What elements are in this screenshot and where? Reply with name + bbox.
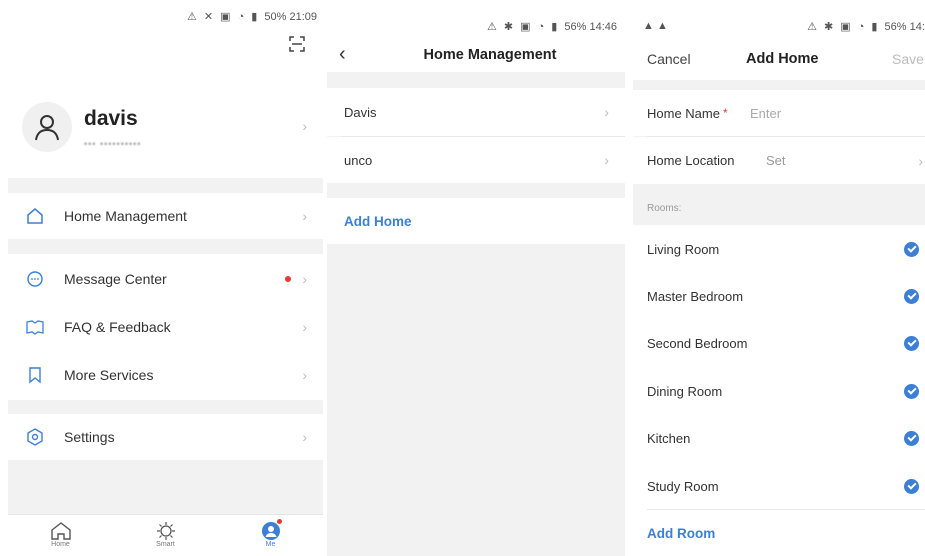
tab-home[interactable]: Home xyxy=(8,515,113,556)
home-name: Davis xyxy=(344,104,377,120)
menu-settings[interactable]: Settings › xyxy=(8,414,323,460)
me-tab-icon xyxy=(261,522,280,540)
menu-label: Message Center xyxy=(64,271,167,287)
save-button[interactable]: Save xyxy=(892,51,924,67)
room-item-master-bedroom[interactable]: Master Bedroom xyxy=(633,273,925,319)
header xyxy=(633,0,925,80)
notification-icons: ▲ ▲ xyxy=(643,20,668,32)
chat-bubble-icon xyxy=(24,268,46,290)
room-name: Kitchen xyxy=(647,430,691,446)
home-management-screen: ⚠ ✱ ▣ ◔ ▮ 56% 14:46 ‹ Home Management Da… xyxy=(327,0,625,556)
scan-icon[interactable] xyxy=(289,36,305,52)
room-item-dining-room[interactable]: Dining Room xyxy=(633,368,925,414)
chevron-right-icon: › xyxy=(918,152,923,169)
home-name-field[interactable]: Home Name * Enter xyxy=(633,90,925,136)
status-bar: ⚠ ✱ ▣ ◔ ▮ 56% 14:3 xyxy=(807,20,925,33)
home-name-input[interactable]: Enter xyxy=(750,106,781,121)
menu-message-center[interactable]: Message Center › xyxy=(8,256,323,302)
chevron-right-icon: › xyxy=(302,118,307,134)
room-name: Second Bedroom xyxy=(647,335,748,351)
unread-badge xyxy=(285,276,291,282)
chevron-right-icon: › xyxy=(302,208,307,224)
bookmark-icon xyxy=(24,364,46,386)
home-tab-icon xyxy=(50,522,71,540)
status-icons: ⚠ ✱ ▣ ◔ ▮ xyxy=(807,21,885,33)
checked-icon[interactable] xyxy=(904,430,919,446)
user-icon xyxy=(35,115,59,141)
home-location-value: Set xyxy=(766,153,786,168)
room-item-kitchen[interactable]: Kitchen xyxy=(633,415,925,461)
status-text: 56% 14:46 xyxy=(564,21,617,33)
tab-label: Smart xyxy=(156,541,175,548)
tab-label: Me xyxy=(265,541,276,548)
settings-icon xyxy=(24,426,46,448)
menu-label: FAQ & Feedback xyxy=(64,319,171,335)
chevron-right-icon: › xyxy=(604,152,609,168)
home-item-davis[interactable]: Davis › xyxy=(327,88,625,136)
screenshot-collage: ⚠ ✕ ▣ ◔ ▮ 50% 21:09 davis ••• ••••••••••… xyxy=(0,0,925,556)
status-bar: ⚠ ✕ ▣ ◔ ▮ 50% 21:09 xyxy=(187,10,317,23)
home-location-label: Home Location xyxy=(647,153,735,168)
add-home-button[interactable]: Add Home xyxy=(327,198,625,244)
tab-smart[interactable]: Smart xyxy=(113,515,218,556)
menu-home-management[interactable]: Home Management › xyxy=(8,193,323,239)
avatar[interactable] xyxy=(22,102,72,152)
page-title: Home Management xyxy=(423,47,557,63)
room-item-living-room[interactable]: Living Room xyxy=(633,226,925,272)
home-outline-icon xyxy=(24,205,46,227)
room-item-second-bedroom[interactable]: Second Bedroom xyxy=(633,320,925,366)
room-name: Master Bedroom xyxy=(647,288,744,304)
menu-label: Home Management xyxy=(64,208,187,224)
room-item-study-room[interactable]: Study Room xyxy=(633,463,925,509)
home-location-field[interactable]: Home Location Set › xyxy=(633,137,925,184)
add-room-label: Add Room xyxy=(647,525,716,541)
home-item-unco[interactable]: unco › xyxy=(327,137,625,183)
required-mark: * xyxy=(722,106,728,120)
room-name: Living Room xyxy=(647,241,720,257)
book-icon xyxy=(24,316,46,338)
add-room-button[interactable]: Add Room xyxy=(633,510,925,556)
status-text: 56% 14:3 xyxy=(884,21,925,33)
cancel-button[interactable]: Cancel xyxy=(647,51,691,67)
tab-bar: Home Smart Me xyxy=(8,514,323,556)
status-icons: ⚠ ✱ ▣ ◔ ▮ xyxy=(486,21,565,33)
menu-faq-feedback[interactable]: FAQ & Feedback › xyxy=(8,304,323,350)
profile-account: ••• •••••••••• xyxy=(84,139,142,149)
profile-area xyxy=(8,0,323,178)
rooms-header: Rooms: xyxy=(647,203,682,214)
me-screen: ⚠ ✕ ▣ ◔ ▮ 50% 21:09 davis ••• ••••••••••… xyxy=(8,0,323,556)
menu-label: Settings xyxy=(64,429,115,445)
status-text: 50% 21:09 xyxy=(264,11,317,23)
tab-me[interactable]: Me xyxy=(218,515,323,556)
chevron-right-icon: › xyxy=(302,271,307,287)
home-name-label: Home Name xyxy=(647,105,720,121)
status-icons: ⚠ ✕ ▣ ◔ ▮ xyxy=(186,11,265,23)
chevron-right-icon: › xyxy=(302,367,307,383)
checked-icon[interactable] xyxy=(904,478,919,494)
checked-icon[interactable] xyxy=(904,241,919,257)
checked-icon[interactable] xyxy=(904,288,919,304)
checked-icon[interactable] xyxy=(904,335,919,351)
add-home-screen: ▲ ▲ ⚠ ✱ ▣ ◔ ▮ 56% 14:3 Cancel Add Home S… xyxy=(633,0,925,556)
menu-label: More Services xyxy=(64,367,154,383)
add-home-label: Add Home xyxy=(344,213,412,229)
page-title: Add Home xyxy=(746,51,819,67)
status-bar: ⚠ ✱ ▣ ◔ ▮ 56% 14:46 xyxy=(487,20,617,33)
chevron-right-icon: › xyxy=(302,429,307,445)
sun-icon xyxy=(156,522,175,540)
chevron-right-icon: › xyxy=(302,319,307,335)
profile-name: davis xyxy=(84,107,138,130)
room-name: Dining Room xyxy=(647,383,723,399)
tab-label: Home xyxy=(51,541,70,548)
room-name: Study Room xyxy=(647,478,719,494)
checked-icon[interactable] xyxy=(904,383,919,399)
menu-more-services[interactable]: More Services › xyxy=(8,352,323,398)
home-name: unco xyxy=(344,152,373,168)
chevron-right-icon: › xyxy=(604,104,609,120)
notification-dot xyxy=(276,519,282,524)
